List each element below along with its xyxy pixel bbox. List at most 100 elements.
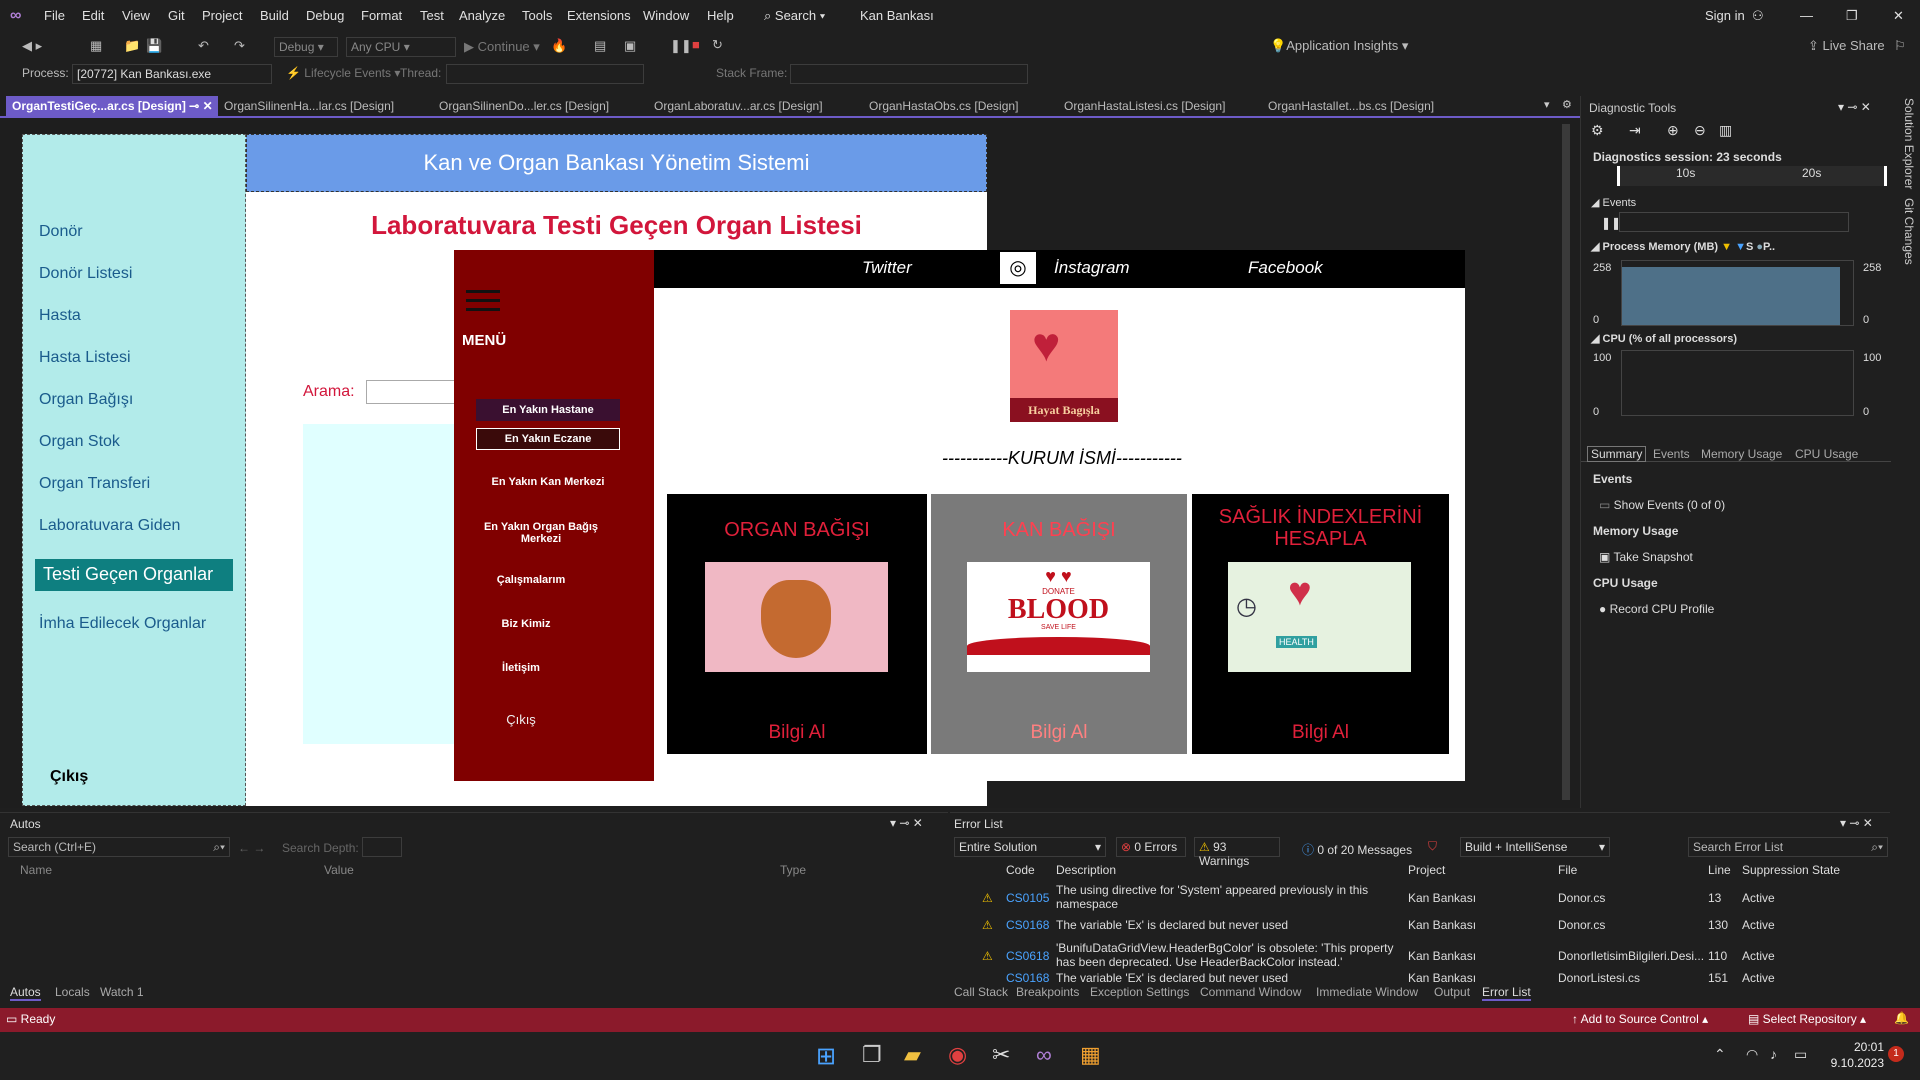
tab-exception-settings[interactable]: Exception Settings <box>1090 985 1189 999</box>
tab-command-window[interactable]: Command Window <box>1200 985 1301 999</box>
menu-view[interactable]: View <box>122 8 150 23</box>
menu-window[interactable]: Window <box>643 8 689 23</box>
sidebar-item-donor-listesi[interactable]: Donör Listesi <box>39 265 132 283</box>
messages-filter-button[interactable]: ⓘ 0 of 20 Messages <box>1302 841 1412 858</box>
menu-edit[interactable]: Edit <box>82 8 104 23</box>
info-button[interactable]: Bilgi Al <box>667 722 927 744</box>
open-icon[interactable]: 📁 <box>124 38 140 54</box>
twitter-link[interactable]: Twitter <box>862 258 912 278</box>
tab-summary[interactable]: Summary <box>1587 446 1647 462</box>
data-grid[interactable] <box>303 424 463 744</box>
filter-icon[interactable]: ⛉ <box>1428 839 1437 854</box>
feedback-icon[interactable]: ⚐ <box>1894 38 1906 54</box>
menu-format[interactable]: Format <box>361 8 402 23</box>
col-name[interactable]: Name <box>20 863 52 877</box>
notifications-icon[interactable]: 🔔 <box>1894 1011 1909 1025</box>
platform-select[interactable]: Any CPU ▾ <box>346 37 456 57</box>
menu-build[interactable]: Build <box>260 8 289 23</box>
sidebar-item-hasta[interactable]: Hasta <box>39 307 81 325</box>
sidebar-item-imha-edilecek[interactable]: İmha Edilecek Organlar <box>39 615 206 633</box>
close-tab-icon[interactable]: ✕ <box>203 99 213 113</box>
sidebar-item-organ-transferi[interactable]: Organ Transferi <box>39 475 150 493</box>
card-kan-bagisi[interactable]: KAN BAĞIŞI ♥ ♥ DONATE BLOOD SAVE LIFE Bi… <box>931 494 1187 754</box>
sidebar-item-laboratuvara-giden[interactable]: Laboratuvara Giden <box>39 517 180 535</box>
stop-icon[interactable]: ■ <box>692 37 700 52</box>
account-icon[interactable]: ⚇ <box>1752 8 1764 24</box>
file-explorer-icon[interactable]: ▰ <box>904 1042 921 1068</box>
show-events-link[interactable]: ▭ Show Events (0 of 0) <box>1599 498 1725 512</box>
settings-icon[interactable]: ⚙ <box>1562 98 1572 111</box>
tab-organ-silinen-ha[interactable]: OrganSilinenHa...lar.cs [Design] <box>218 96 400 116</box>
errors-filter-button[interactable]: ⊗ 0 Errors <box>1116 837 1186 857</box>
tab-organ-silinen-do[interactable]: OrganSilinenDo...ler.cs [Design] <box>433 96 615 116</box>
col-line[interactable]: Line <box>1708 863 1731 877</box>
menu-debug[interactable]: Debug <box>306 8 344 23</box>
table-row[interactable]: CS0168 The variable 'Ex' is declared but… <box>950 973 1880 983</box>
tab-organ-hasta-iet[interactable]: OrganHastalIet...bs.cs [Design] <box>1262 96 1440 116</box>
col-project[interactable]: Project <box>1408 863 1445 877</box>
chart-icon[interactable]: ▥ <box>1719 122 1732 139</box>
windows-start-icon[interactable]: ⊞ <box>816 1042 836 1071</box>
card-organ-bagisi[interactable]: ORGAN BAĞIŞI Bilgi Al <box>667 494 927 754</box>
zoom-out-icon[interactable]: ⊖ <box>1694 122 1706 139</box>
tab-memory-usage[interactable]: Memory Usage <box>1701 447 1782 461</box>
menu-extensions[interactable]: Extensions <box>567 8 631 23</box>
card-saglik-index[interactable]: SAĞLIK İNDEXLERİNİ HESAPLA ♥ ◷ HEALTH Bi… <box>1192 494 1449 754</box>
config-select[interactable]: Debug ▾ <box>274 37 338 57</box>
exit-button[interactable]: Çıkış <box>50 768 88 786</box>
tab-output[interactable]: Output <box>1434 985 1470 999</box>
battery-icon[interactable]: ▭ <box>1794 1046 1807 1063</box>
sidebar-item-organ-stok[interactable]: Organ Stok <box>39 433 120 451</box>
settings-icon[interactable]: ⚙ <box>1591 122 1604 139</box>
info-button[interactable]: Bilgi Al <box>931 722 1187 744</box>
col-file[interactable]: File <box>1558 863 1577 877</box>
zoom-in-icon[interactable]: ⊕ <box>1667 122 1679 139</box>
timeline-ruler[interactable]: 10s 20s <box>1617 166 1887 186</box>
minimize-button[interactable]: — <box>1800 8 1813 23</box>
redo-icon[interactable]: ↷ <box>234 38 245 54</box>
row-code[interactable]: CS0168 <box>1006 918 1049 932</box>
close-button[interactable]: ✕ <box>1893 8 1904 24</box>
notification-badge[interactable]: 1 <box>1888 1046 1904 1062</box>
sidebar-item-hasta-listesi[interactable]: Hasta Listesi <box>39 349 131 367</box>
table-row[interactable]: ⚠ CS0105 The using directive for 'System… <box>950 881 1880 911</box>
menu-tools[interactable]: Tools <box>522 8 552 23</box>
volume-icon[interactable]: ♪ <box>1770 1046 1777 1062</box>
hamburger-icon[interactable] <box>466 290 500 311</box>
clock-date[interactable]: 9.10.2023 <box>1818 1056 1884 1070</box>
menu-en-yakin-organ-bagis[interactable]: En Yakın Organ Bağış Merkezi <box>476 521 606 545</box>
menu-test[interactable]: Test <box>420 8 444 23</box>
app-insights-button[interactable]: 💡Application Insights ▾ <box>1270 38 1408 54</box>
autos-search-input[interactable]: Search (Ctrl+E) ⌕▾ <box>8 837 230 857</box>
select-repository[interactable]: ▤ Select Repository ▴ <box>1748 1012 1866 1026</box>
tab-organ-laboratuvar[interactable]: OrganLaboratuv...ar.cs [Design] <box>648 96 829 116</box>
row-code[interactable]: CS0105 <box>1006 891 1049 905</box>
autos-nav-arrows[interactable]: ← → <box>238 841 265 855</box>
stack-frame-select[interactable] <box>790 64 1028 84</box>
cpu-header[interactable]: ◢ CPU (% of all processors) <box>1591 332 1737 345</box>
tab-events[interactable]: Events <box>1653 447 1690 461</box>
search-depth-select[interactable] <box>362 837 402 857</box>
search-box[interactable]: ⌕ Search ▾ <box>764 8 825 24</box>
menu-git[interactable]: Git <box>168 8 185 23</box>
continue-button[interactable]: ▶ Continue ▾ <box>464 39 540 55</box>
wifi-icon[interactable]: ◠ <box>1746 1046 1758 1063</box>
tab-call-stack[interactable]: Call Stack <box>954 985 1008 999</box>
menu-cikis[interactable]: Çıkış <box>476 712 566 727</box>
tab-overflow-icon[interactable]: ▾ <box>1544 98 1550 111</box>
restart-icon[interactable]: ↻ <box>712 37 723 53</box>
facebook-link[interactable]: Facebook <box>1248 258 1323 278</box>
tab-organ-hasta-obs[interactable]: OrganHastaObs.cs [Design] <box>863 96 1024 116</box>
error-panel-controls[interactable]: ▾ ⊸ ✕ <box>1840 816 1873 830</box>
menu-iletisim[interactable]: İletişim <box>476 662 566 674</box>
hot-reload-icon[interactable]: 🔥 <box>551 38 567 54</box>
table-row[interactable]: ⚠ CS0168 The variable 'Ex' is declared b… <box>950 915 1880 937</box>
new-project-icon[interactable]: ▦ <box>90 38 102 54</box>
task-view-icon[interactable]: ❐ <box>862 1042 882 1068</box>
menu-en-yakin-hastane[interactable]: En Yakın Hastane <box>476 399 620 421</box>
sidebar-item-testi-gecen[interactable]: Testi Geçen Organlar <box>35 559 233 591</box>
memory-header[interactable]: ◢ Process Memory (MB) ▼ ▼S ●P.. <box>1591 240 1775 253</box>
sign-in-button[interactable]: Sign in <box>1705 8 1745 23</box>
maximize-button[interactable]: ❐ <box>1846 8 1858 24</box>
vs-logo-icon[interactable]: ∞ <box>10 7 21 25</box>
